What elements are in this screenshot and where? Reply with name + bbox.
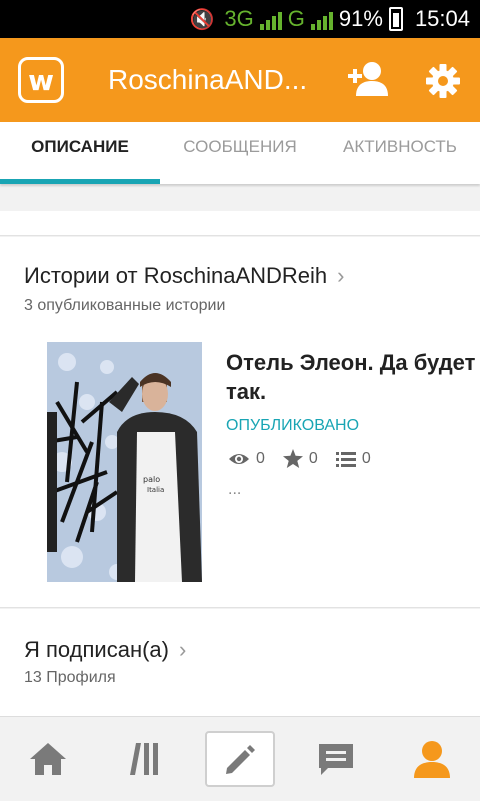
following-heading[interactable]: Я подписан(а) › bbox=[24, 637, 186, 663]
story-title-line1: Отель Элеон. Да будет bbox=[226, 350, 476, 375]
signal-icon bbox=[259, 8, 282, 30]
chevron-right-icon: › bbox=[178, 637, 187, 662]
parts-count: 0 bbox=[361, 449, 371, 467]
votes-count: 0 bbox=[308, 449, 318, 467]
settings-icon[interactable] bbox=[426, 64, 460, 103]
svg-text:Italia: Italia bbox=[147, 486, 164, 494]
following-count: 13 Профиля bbox=[24, 669, 116, 686]
story-title[interactable]: Отель Элеон. Да будет так. bbox=[226, 348, 480, 406]
story-excerpt: ... bbox=[228, 481, 242, 498]
home-icon bbox=[30, 743, 66, 775]
tab-description[interactable]: ОПИСАНИЕ bbox=[0, 122, 160, 184]
app-logo[interactable]: w bbox=[18, 57, 64, 103]
follow-user-icon[interactable] bbox=[346, 60, 390, 103]
profile-icon bbox=[414, 741, 450, 778]
battery-icon bbox=[388, 7, 403, 31]
nav-write[interactable] bbox=[192, 717, 288, 801]
description-strip bbox=[0, 211, 480, 236]
story-stats: 0 0 0 bbox=[228, 449, 371, 468]
network-type: 3G bbox=[224, 6, 254, 31]
nav-messages[interactable] bbox=[288, 717, 384, 801]
library-icon bbox=[130, 743, 158, 775]
write-button[interactable] bbox=[205, 731, 275, 787]
story-cover-image[interactable]: palo Italia bbox=[47, 342, 202, 582]
stories-heading-text: Истории от RoschinaANDReih bbox=[24, 263, 328, 288]
profile-name: RoschinaAND... bbox=[108, 64, 308, 95]
views-count: 0 bbox=[256, 449, 265, 467]
mute-icon: 🔇 bbox=[189, 8, 215, 31]
network-type-2: G bbox=[287, 6, 305, 31]
profile-tabs: ОПИСАНИЕ СООБЩЕНИЯ АКТИВНОСТЬ bbox=[0, 122, 480, 184]
stories-count: 3 опубликованные истории bbox=[24, 297, 226, 314]
battery-percent: 91% bbox=[338, 6, 383, 31]
bottom-navigation bbox=[0, 716, 480, 801]
nav-library[interactable] bbox=[96, 717, 192, 801]
svg-text:palo: palo bbox=[143, 475, 160, 484]
nav-home[interactable] bbox=[0, 717, 96, 801]
eye-icon bbox=[229, 453, 249, 464]
app-bar: w RoschinaAND... bbox=[0, 38, 480, 122]
pencil-icon bbox=[226, 745, 255, 774]
tab-messages[interactable]: СООБЩЕНИЯ bbox=[160, 122, 320, 184]
stories-heading[interactable]: Истории от RoschinaANDReih › bbox=[24, 263, 344, 289]
messages-icon bbox=[319, 744, 353, 775]
signal-icon-2 bbox=[310, 8, 333, 30]
star-icon bbox=[282, 449, 303, 468]
nav-profile[interactable] bbox=[384, 717, 480, 801]
story-title-line2: так. bbox=[226, 379, 267, 404]
story-status: ОПУБЛИКОВАНО bbox=[226, 417, 360, 434]
status-bar: 🔇 3G G 91% 15:04 bbox=[0, 0, 480, 38]
tab-activity[interactable]: АКТИВНОСТЬ bbox=[320, 122, 480, 184]
chevron-right-icon: › bbox=[337, 263, 345, 288]
list-icon bbox=[335, 451, 356, 467]
clock: 15:04 bbox=[414, 6, 470, 31]
following-heading-text: Я подписан(а) bbox=[24, 637, 169, 662]
